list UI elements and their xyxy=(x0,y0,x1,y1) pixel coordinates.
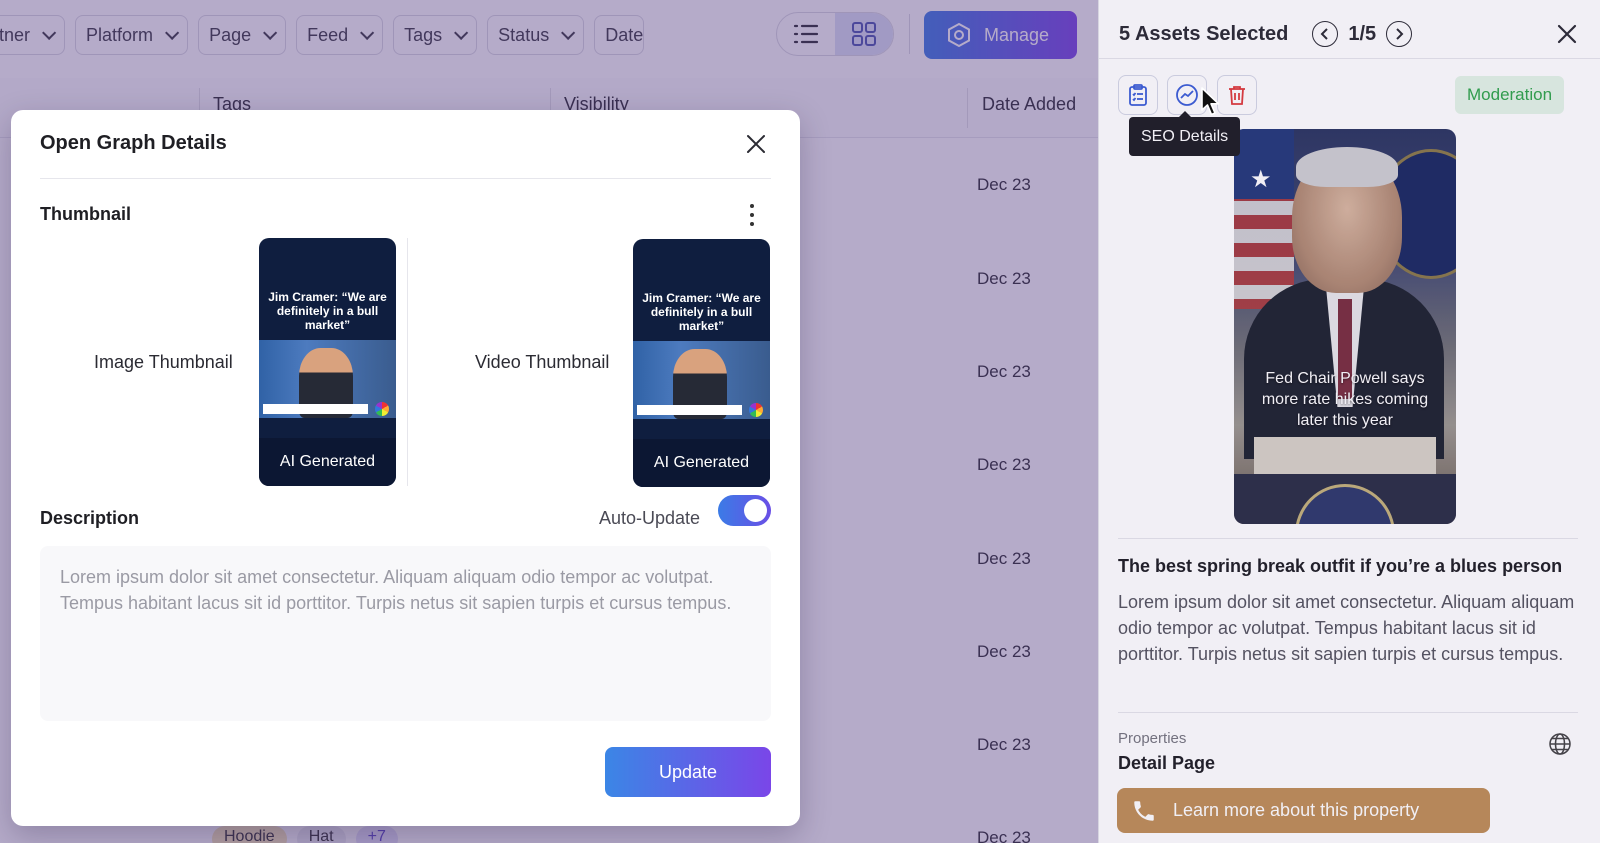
previous-asset-button[interactable] xyxy=(1312,21,1339,47)
panel-divider xyxy=(1118,538,1578,539)
open-graph-details-modal: Open Graph Details Thumbnail Image Thumb… xyxy=(11,110,800,826)
auto-update-toggle[interactable] xyxy=(718,495,771,526)
trash-icon xyxy=(1229,86,1245,105)
pager-count: 1/5 xyxy=(1348,22,1377,45)
asset-description: Lorem ipsum dolor sit amet consectetur. … xyxy=(1118,592,1575,664)
header-divider xyxy=(1099,58,1600,59)
moderation-badge[interactable]: Moderation xyxy=(1455,76,1565,114)
trend-chart-icon xyxy=(1176,84,1198,106)
modal-divider xyxy=(40,178,771,179)
description-textarea[interactable]: Lorem ipsum dolor sit amet consectetur. … xyxy=(40,546,771,721)
learn-more-button[interactable]: Learn more about this property xyxy=(1117,788,1490,833)
panel-header: 5 Assets Selected 1/5 xyxy=(1119,14,1581,54)
toggle-knob xyxy=(744,499,767,522)
delete-button[interactable] xyxy=(1217,75,1257,115)
image-thumbnail[interactable]: Jim Cramer: “We are definitely in a bull… xyxy=(259,238,396,486)
video-thumbnail-label: Video Thumbnail xyxy=(475,352,610,372)
asset-preview[interactable]: ★ Fed Chair Powell says more rate hikes … xyxy=(1234,129,1456,524)
close-icon[interactable] xyxy=(1553,20,1581,48)
modal-title: Open Graph Details xyxy=(40,132,227,154)
learn-more-label: Learn more about this property xyxy=(1173,800,1420,820)
phone-icon xyxy=(1134,800,1154,821)
thumbnail-lower-third xyxy=(263,404,368,414)
next-asset-button[interactable] xyxy=(1386,21,1413,47)
preview-caption: Fed Chair Powell says more rate hikes co… xyxy=(1261,370,1429,429)
properties-value: Detail Page xyxy=(1118,753,1216,773)
asset-title: The best spring break outfit if you’re a… xyxy=(1118,556,1563,576)
thumbnail-section-label: Thumbnail xyxy=(40,204,131,224)
network-logo-icon xyxy=(375,402,389,416)
checklist-button[interactable] xyxy=(1118,75,1158,115)
auto-update-label: Auto-Update xyxy=(599,508,701,528)
mouse-pointer-icon xyxy=(1201,87,1220,116)
network-logo-icon xyxy=(749,403,763,417)
seo-details-tooltip: SEO Details xyxy=(1129,111,1241,156)
chevron-left-icon xyxy=(1320,28,1329,40)
thumbnail-lower-third xyxy=(637,405,742,415)
ai-generated-badge: AI Generated xyxy=(633,439,770,487)
more-options-icon[interactable] xyxy=(749,204,755,226)
asset-pager: 1/5 xyxy=(1312,21,1413,47)
panel-title: 5 Assets Selected xyxy=(1119,22,1289,45)
thumbnail-divider xyxy=(407,238,408,486)
image-thumbnail-label: Image Thumbnail xyxy=(94,352,233,372)
podium-papers xyxy=(1254,437,1436,477)
person-hair xyxy=(1296,147,1398,187)
globe-icon[interactable] xyxy=(1548,732,1572,756)
clipboard-checklist-icon xyxy=(1129,84,1147,106)
properties-label: Properties xyxy=(1118,730,1187,747)
star-icon: ★ xyxy=(1250,166,1272,193)
ai-generated-badge: AI Generated xyxy=(259,438,396,486)
video-thumbnail[interactable]: Jim Cramer: “We are definitely in a bull… xyxy=(633,239,770,487)
update-button[interactable]: Update xyxy=(605,747,771,797)
thumbnail-quote: Jim Cramer: “We are definitely in a bull… xyxy=(642,291,761,333)
chevron-right-icon xyxy=(1396,28,1404,40)
panel-divider xyxy=(1118,712,1578,713)
description-label: Description xyxy=(40,508,140,528)
thumbnail-quote: Jim Cramer: “We are definitely in a bull… xyxy=(268,290,387,332)
close-icon[interactable] xyxy=(744,132,768,156)
